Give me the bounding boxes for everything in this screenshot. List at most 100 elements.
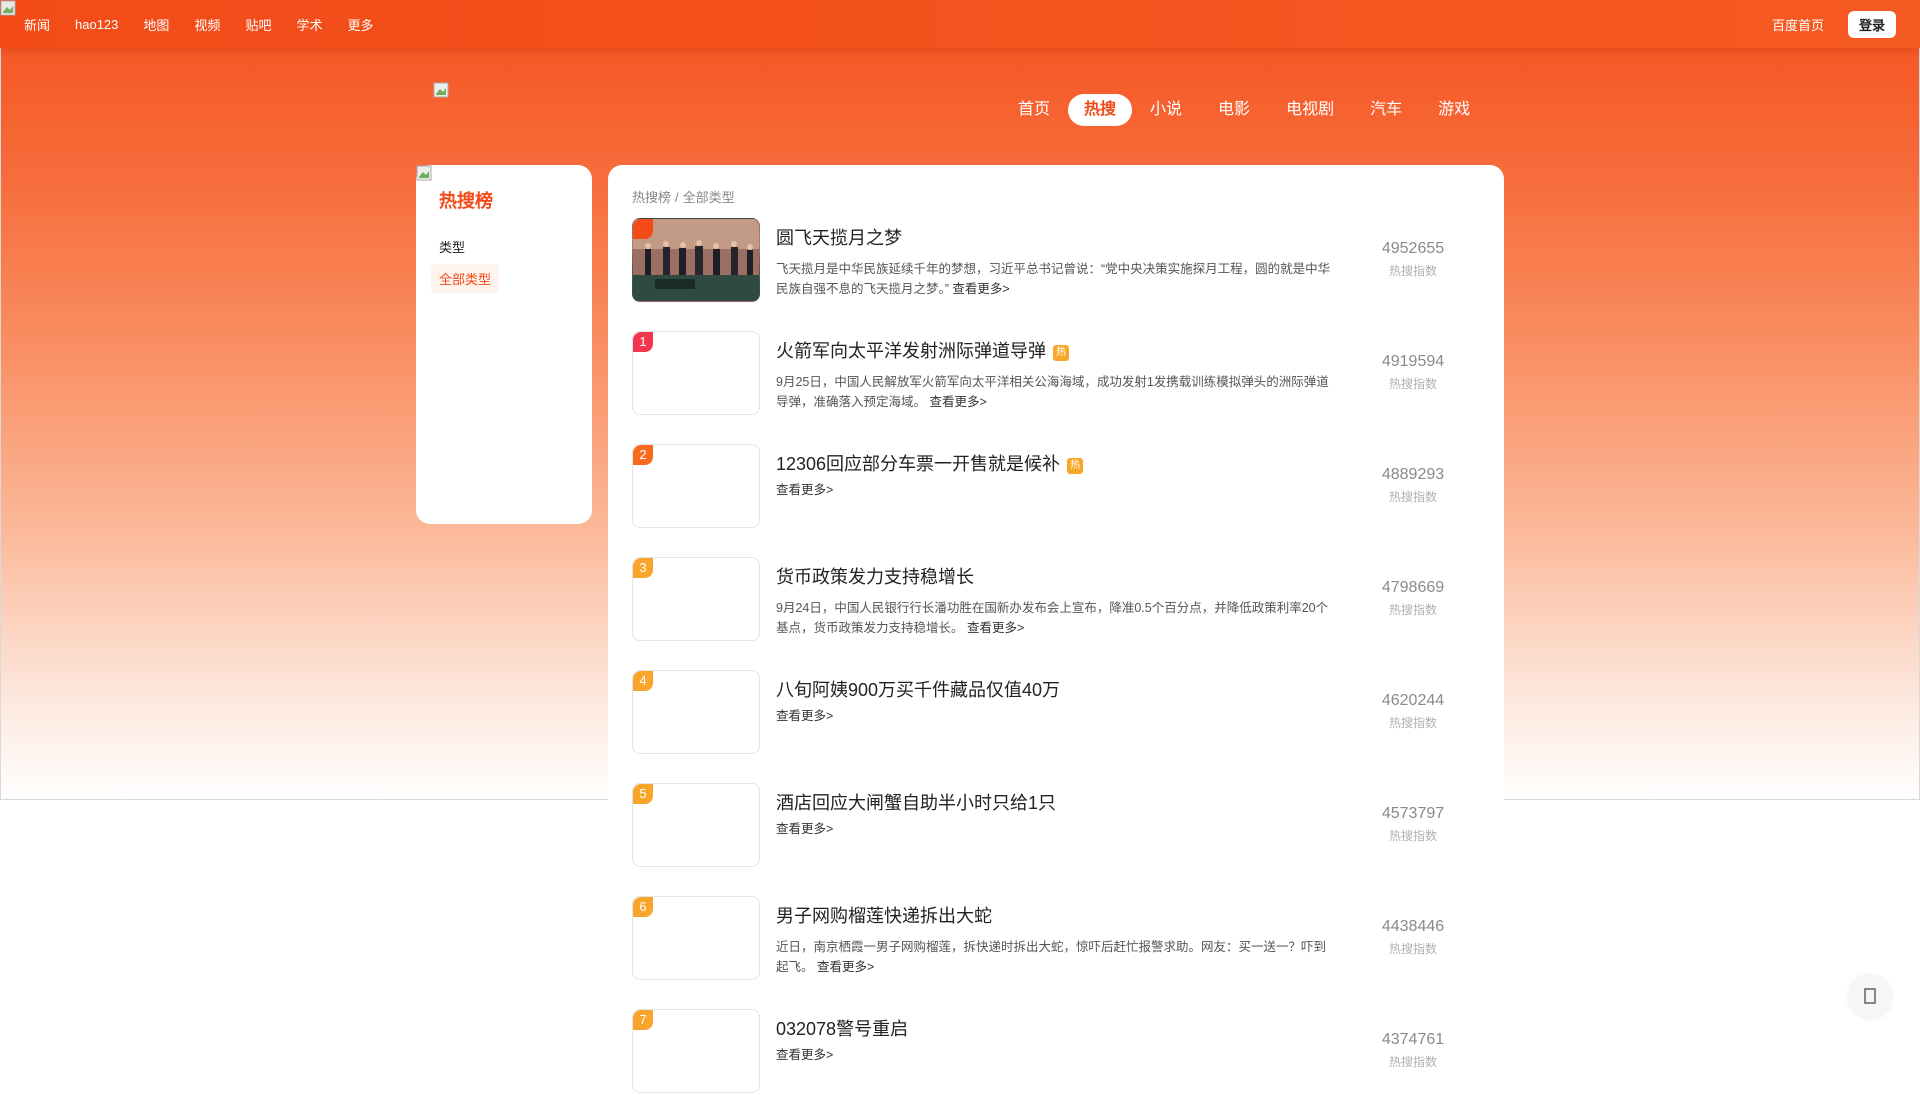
item-thumbnail[interactable]: 4: [632, 670, 760, 754]
item-description-text: 9月24日，中国人民银行行长潘功胜在国新办发布会上宣布，降准0.5个百分点，并降…: [776, 601, 1329, 635]
item-title-text[interactable]: 圆飞天揽月之梦: [776, 228, 902, 248]
item-description: 飞天揽月是中华民族延续千年的梦想，习近平总书记曾说：“党中央决策实施探月工程，圆…: [776, 259, 1338, 299]
login-button[interactable]: 登录: [1847, 10, 1896, 38]
view-more-link[interactable]: 查看更多>: [952, 282, 1009, 296]
hot-score-label: 热搜指数: [1388, 829, 1437, 843]
item-description: 查看更多>: [776, 819, 1338, 839]
tab-home[interactable]: 首页: [1000, 94, 1068, 126]
hot-score-value: 4952655: [1381, 240, 1445, 257]
baidu-home-link[interactable]: 百度首页: [1772, 15, 1824, 34]
item-title-text[interactable]: 火箭军向太平洋发射洲际弹道导弹: [776, 341, 1046, 361]
rank-badge: 6: [633, 897, 653, 917]
view-more-link[interactable]: 查看更多>: [817, 960, 874, 974]
rank-badge: 1: [633, 332, 653, 352]
item-title-text[interactable]: 货币政策发力支持稳增长: [776, 567, 974, 587]
top-link-hao123[interactable]: hao123: [75, 17, 118, 32]
hot-list-item[interactable]: 6 男子网购榴莲快递拆出大蛇近日，南京栖霞一男子网购榴莲，拆快递时拆出大蛇，惊吓后…: [632, 896, 1480, 982]
sidebar-type-label: 类型: [439, 240, 466, 255]
hot-score-value: 4798669: [1381, 579, 1445, 596]
hot-list-item[interactable]: 2 12306回应部分车票一开售就是候补热查看更多> 4889293 热搜指数: [632, 444, 1480, 530]
breadcrumb-all-types: 全部类型: [682, 190, 735, 205]
item-thumbnail[interactable]: [632, 218, 760, 302]
item-description: 近日，南京栖霞一男子网购榴莲，拆快递时拆出大蛇，惊吓后赶忙报警求助。网友：买一送…: [776, 937, 1338, 977]
item-title[interactable]: 12306回应部分车票一开售就是候补热: [776, 450, 1084, 476]
item-description: 9月25日，中国人民解放军火箭军向太平洋相关公海海域，成功发射1发携载训练模拟弹…: [776, 372, 1338, 412]
item-title[interactable]: 032078警号重启: [776, 1015, 908, 1041]
item-title-text[interactable]: 八旬阿姨900万买千件藏品仅值40万: [776, 680, 1060, 700]
channel-tabs: 首页 热搜 小说 电影 电视剧 汽车 游戏: [1000, 94, 1488, 126]
hot-tag-icon: 热: [1067, 458, 1084, 474]
item-thumbnail[interactable]: 5: [632, 783, 760, 867]
top-link-video[interactable]: 视频: [194, 15, 220, 34]
tab-movie[interactable]: 电影: [1200, 94, 1268, 126]
tab-tv-series[interactable]: 电视剧: [1268, 94, 1352, 126]
hot-score: 4919594 热搜指数: [1368, 353, 1458, 392]
view-more-link[interactable]: 查看更多>: [929, 395, 986, 409]
sidebar-broken-image-icon: [416, 165, 432, 181]
logo-broken-image-icon[interactable]: [433, 82, 449, 98]
hot-list-item[interactable]: 4 八旬阿姨900万买千件藏品仅值40万查看更多> 4620244 热搜指数: [632, 670, 1480, 756]
tab-game[interactable]: 游戏: [1420, 94, 1488, 126]
tab-hot-search[interactable]: 热搜: [1068, 94, 1133, 126]
hot-score-value: 4374761: [1381, 1031, 1445, 1048]
view-more-link[interactable]: 查看更多>: [967, 621, 1024, 635]
view-more-link[interactable]: 查看更多>: [776, 709, 833, 723]
item-description-text: 9月25日，中国人民解放军火箭军向太平洋相关公海海域，成功发射1发携载训练模拟弹…: [776, 375, 1329, 409]
hot-score: 4798669 热搜指数: [1368, 579, 1458, 618]
hot-score-value: 4438446: [1381, 918, 1445, 935]
hot-score-value: 4889293: [1381, 466, 1445, 483]
hot-score-label: 热搜指数: [1388, 490, 1437, 504]
hot-score: 4620244 热搜指数: [1368, 692, 1458, 731]
item-title-text[interactable]: 男子网购榴莲快递拆出大蛇: [776, 906, 992, 926]
hot-list-item[interactable]: 3 货币政策发力支持稳增长 9月24日，中国人民银行行长潘功胜在国新办发布会上宣布，…: [632, 557, 1480, 643]
item-title[interactable]: 男子网购榴莲快递拆出大蛇: [776, 902, 992, 928]
item-description: 查看更多>: [776, 706, 1338, 726]
item-thumbnail[interactable]: 3: [632, 557, 760, 641]
item-description: 查看更多>: [776, 480, 1338, 500]
hot-score: 4573797 热搜指数: [1368, 805, 1458, 844]
top-link-tieba[interactable]: 贴吧: [245, 15, 271, 34]
top-link-news[interactable]: 新闻: [24, 15, 50, 34]
view-more-link[interactable]: 查看更多>: [776, 822, 833, 836]
hot-list-item[interactable]: 5 酒店回应大闸蟹自助半小时只给1只查看更多> 4573797 热搜指数: [632, 783, 1480, 869]
item-description-text: 飞天揽月是中华民族延续千年的梦想，习近平总书记曾说：“党中央决策实施探月工程，圆…: [776, 262, 1331, 296]
hot-list-item[interactable]: 1 火箭军向太平洋发射洲际弹道导弹热 9月25日，中国人民解放军火箭军向太平洋相关公…: [632, 331, 1480, 417]
item-thumbnail[interactable]: 2: [632, 444, 760, 528]
view-more-link[interactable]: 查看更多>: [776, 483, 833, 497]
rank-badge: 5: [633, 784, 653, 804]
hot-score-label: 热搜指数: [1388, 603, 1437, 617]
sidebar: 热搜榜 类型 全部类型: [416, 165, 592, 524]
item-title[interactable]: 八旬阿姨900万买千件藏品仅值40万: [776, 676, 1060, 702]
item-thumbnail[interactable]: 1: [632, 331, 760, 415]
top-link-more[interactable]: 更多: [347, 15, 373, 34]
item-title[interactable]: 酒店回应大闸蟹自助半小时只给1只: [776, 789, 1056, 815]
item-title[interactable]: 圆飞天揽月之梦: [776, 224, 902, 250]
hot-list-item[interactable]: 圆飞天揽月之梦飞天揽月是中华民族延续千年的梦想，习近平总书记曾说：“党中央决策实…: [632, 218, 1480, 304]
type-filter-all[interactable]: 全部类型: [431, 264, 500, 293]
item-title-text[interactable]: 12306回应部分车票一开售就是候补: [776, 454, 1060, 474]
top-link-map[interactable]: 地图: [143, 15, 169, 34]
breadcrumb-hot-list[interactable]: 热搜榜: [632, 190, 671, 205]
hot-score-value: 4620244: [1381, 692, 1445, 709]
feedback-icon: [1864, 988, 1876, 1004]
item-thumbnail[interactable]: 6: [632, 896, 760, 980]
item-title[interactable]: 货币政策发力支持稳增长: [776, 563, 974, 589]
item-description: 9月24日，中国人民银行行长潘功胜在国新办发布会上宣布，降准0.5个百分点，并降…: [776, 598, 1338, 638]
view-more-link[interactable]: 查看更多>: [776, 1048, 833, 1062]
breadcrumb-separator: /: [675, 190, 679, 205]
rank-badge: [633, 219, 653, 239]
top-link-xueshu[interactable]: 学术: [296, 15, 322, 34]
hot-score-value: 4919594: [1381, 353, 1445, 370]
rank-badge: 3: [633, 558, 653, 578]
hot-list-item[interactable]: 7 032078警号重启 查看更多> 4374761 热搜指数: [632, 1009, 1480, 1095]
feedback-float-button[interactable]: [1848, 974, 1892, 1018]
hot-score-label: 热搜指数: [1388, 377, 1437, 391]
tab-car[interactable]: 汽车: [1352, 94, 1420, 126]
item-thumbnail[interactable]: 7: [632, 1009, 760, 1093]
item-title-text[interactable]: 032078警号重启: [776, 1019, 908, 1039]
hot-score-label: 热搜指数: [1388, 942, 1437, 956]
rank-badge: 2: [633, 445, 653, 465]
item-title[interactable]: 火箭军向太平洋发射洲际弹道导弹热: [776, 337, 1069, 363]
item-title-text[interactable]: 酒店回应大闸蟹自助半小时只给1只: [776, 793, 1056, 813]
tab-novel[interactable]: 小说: [1132, 94, 1200, 126]
